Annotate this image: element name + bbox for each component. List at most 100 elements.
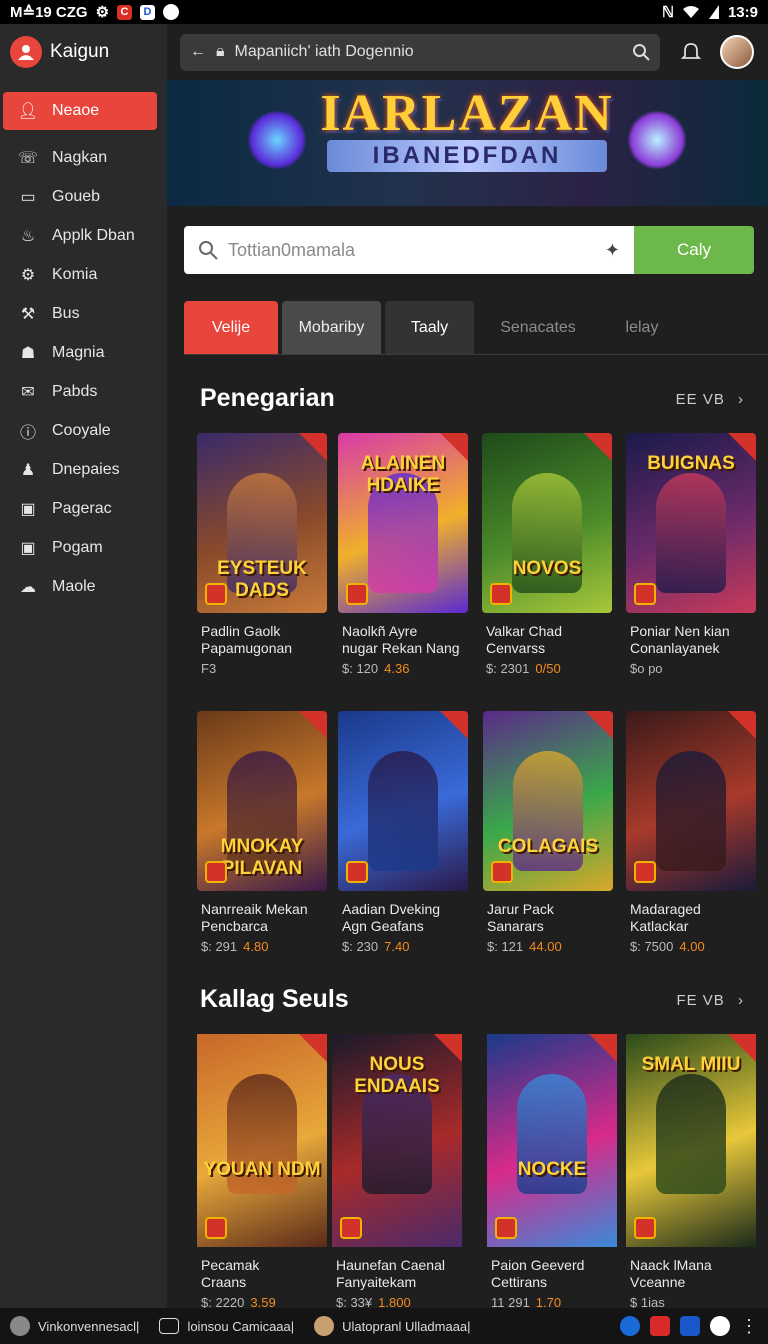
sidebar-item-label: Goueb — [52, 187, 101, 205]
corner-ribbon-icon — [585, 711, 613, 739]
sidebar-item-3[interactable]: ♨ Applk Dban — [0, 216, 167, 255]
corner-ribbon-icon — [434, 1034, 462, 1062]
taskbar-label: Vinkonvennesacl| — [38, 1318, 140, 1334]
game-card[interactable]: YOUAN NDM Pecamak Craans $: 2220 3.59 — [197, 1034, 330, 1308]
game-cover[interactable]: NOCKE — [487, 1034, 617, 1247]
game-title-line2: Pencbarca — [201, 918, 268, 934]
search-field[interactable]: Tottian0mamala ✦ — [184, 226, 634, 274]
hero-banner[interactable]: IARLAZAN IBANEDFDAN — [167, 80, 768, 206]
tab-2[interactable]: Taaly — [385, 301, 474, 354]
taskbar-label: loinsou Camicaaa| — [187, 1318, 295, 1334]
game-price: $: 33¥ 1.800 — [332, 1295, 465, 1308]
game-cover[interactable]: NOUS ENDAAIS — [332, 1034, 462, 1247]
price-highlight: 7.40 — [384, 939, 410, 954]
game-card[interactable]: ALAINEN HDAIKE Naolkñ Ayre nugar Rekan Nan… — [338, 433, 468, 676]
address-bar[interactable]: ← 🔒︎ Mapaniich' iath Dogennio — [180, 33, 660, 71]
platform-badge-icon — [634, 1217, 656, 1239]
game-card[interactable]: MNOKAY PILAVAN Nanrreaik Mekan Pencbarca $:… — [197, 711, 327, 954]
game-title: Aadian Dveking Agn Geafans — [338, 901, 468, 935]
sidebar-item-1[interactable]: ☏ Nagkan — [0, 138, 167, 177]
sidebar-item-6[interactable]: ☗ Magnia — [0, 333, 167, 372]
price-highlight: 44.00 — [529, 939, 562, 954]
inbox-icon: ▣ — [20, 539, 36, 557]
game-card[interactable]: COLAGAIS Jarur Pack Sanarars $: 121 44.00 — [483, 711, 613, 954]
game-card[interactable]: Aadian Dveking Agn Geafans $: 230 7.40 — [338, 711, 468, 954]
game-title: Padlin Gaolk Papamugonan — [197, 623, 327, 657]
see-all-link-2[interactable]: FE VB › — [676, 992, 744, 1009]
corner-ribbon-icon — [440, 711, 468, 739]
brand[interactable]: Kaigun — [0, 24, 167, 80]
blue-app-icon[interactable] — [680, 1316, 700, 1336]
sidebar-item-0[interactable]: 👤︎ Neaoe — [3, 92, 157, 130]
taskbar-item-0[interactable]: Vinkonvennesacl| — [10, 1316, 139, 1336]
game-cover[interactable]: SMAL MIIU — [626, 1034, 756, 1247]
game-card[interactable]: EYSTEUK DADS Padlin Gaolk Papamugonan F3 — [197, 433, 327, 676]
game-cover[interactable]: ALAINEN HDAIKE — [338, 433, 468, 613]
taskbar-item-1[interactable]: loinsou Camicaaa| — [159, 1318, 294, 1334]
sidebar-nav: 👤︎ Neaoe ☏ Nagkan ▭ Goueb ♨ Applk Dban ⚙ Komia ⚒ Bu… — [0, 92, 167, 606]
platform-badge-icon — [634, 583, 656, 605]
cover-character — [368, 751, 438, 871]
game-title-line2: Sanarars — [487, 918, 544, 934]
game-card[interactable]: NOUS ENDAAIS Haunefan Caenal Fanyaitekam $:… — [332, 1034, 465, 1308]
phone-icon: ☏ — [18, 149, 39, 167]
game-cover[interactable] — [626, 711, 756, 891]
app-icon — [10, 1316, 30, 1336]
sidebar-item-5[interactable]: ⚒ Bus — [0, 294, 167, 333]
game-card[interactable]: NOCKE Paion Geeverd Cettirans 11 291 1.70 — [487, 1034, 620, 1308]
gamepad-icon: ☗ — [20, 344, 36, 362]
taskbar-item-2[interactable]: Ulatopranl Ulladmaaa| — [314, 1316, 471, 1336]
game-cover[interactable]: BUIGNAS — [626, 433, 756, 613]
brand-logo-icon — [10, 36, 42, 68]
notification-bell-icon[interactable] — [680, 41, 702, 63]
search-icon[interactable] — [632, 43, 650, 61]
more-menu-icon[interactable]: ⋮ — [740, 1316, 758, 1337]
back-arrow-icon[interactable]: ← — [190, 43, 206, 61]
corner-ribbon-icon — [299, 1034, 327, 1062]
red-app-icon[interactable] — [650, 1316, 670, 1336]
game-card[interactable]: BUIGNAS Poniar Nen kian Conanlayanek $o po — [626, 433, 756, 676]
taskbar: Vinkonvennesacl| loinsou Camicaaa| Ulato… — [0, 1308, 768, 1344]
game-title: Madaraged Katlackar — [626, 901, 756, 935]
game-cover[interactable]: YOUAN NDM — [197, 1034, 327, 1247]
see-all-link-1[interactable]: EE VB › — [676, 391, 744, 408]
game-price: $ 1ias — [626, 1295, 759, 1308]
game-cover[interactable]: EYSTEUK DADS — [197, 433, 327, 613]
game-title: Jarur Pack Sanarars — [483, 901, 613, 935]
vivaldi-icon[interactable] — [710, 1316, 730, 1336]
tab-3[interactable]: Senacates — [478, 301, 598, 354]
sidebar-item-11[interactable]: ▣ Pogam — [0, 528, 167, 567]
search-button[interactable]: Caly — [634, 226, 754, 274]
cover-art-title: NOCKE — [517, 1159, 587, 1180]
game-cover[interactable]: COLAGAIS — [483, 711, 613, 891]
game-card[interactable]: SMAL MIIU Naack lMana Vceanne $ 1ias — [626, 1034, 759, 1308]
sidebar-item-9[interactable]: ♟ Dnepaies — [0, 450, 167, 489]
game-card[interactable]: Madaraged Katlackar $: 7500 4.00 — [626, 711, 756, 954]
window-icon: ▭ — [20, 188, 36, 206]
sidebar-item-8[interactable]: ⓘ Cooyale — [0, 411, 167, 450]
sidebar-item-7[interactable]: ✉ Pabds — [0, 372, 167, 411]
game-price: $: 121 44.00 — [483, 939, 613, 954]
sidebar-item-2[interactable]: ▭ Goueb — [0, 177, 167, 216]
tab-1[interactable]: Mobariby — [282, 301, 381, 354]
sidebar-item-4[interactable]: ⚙ Komia — [0, 255, 167, 294]
tab-0[interactable]: Velije — [184, 301, 278, 354]
game-title-line1: Madaraged — [630, 901, 701, 917]
sidebar-item-12[interactable]: ☁ Maole — [0, 567, 167, 606]
shield-icon[interactable] — [620, 1316, 640, 1336]
game-cover[interactable]: MNOKAY PILAVAN — [197, 711, 327, 891]
game-card[interactable]: NOVOS Valkar Chad Cenvarss $: 2301 0/50 — [482, 433, 612, 676]
corner-ribbon-icon — [589, 1034, 617, 1062]
cloud-icon: ☁ — [20, 578, 36, 596]
search-placeholder: Tottian0mamala — [228, 239, 356, 260]
game-cover[interactable] — [338, 711, 468, 891]
banner-subtitle: IBANEDFDAN — [327, 140, 607, 172]
game-title: Valkar Chad Cenvarss — [482, 623, 612, 657]
app-root: M≙19 CZG ⚙ C D ℕ 13:9 Kaigun 👤︎ Neaoe ☏ Nag… — [0, 0, 768, 1344]
game-cover[interactable]: NOVOS — [482, 433, 612, 613]
sparkle-icon[interactable]: ✦ — [605, 240, 620, 261]
sidebar-item-label: Maole — [52, 577, 96, 595]
sidebar-item-10[interactable]: ▣ Pagerac — [0, 489, 167, 528]
tab-4[interactable]: lelay — [602, 301, 682, 354]
user-avatar[interactable] — [720, 35, 754, 69]
